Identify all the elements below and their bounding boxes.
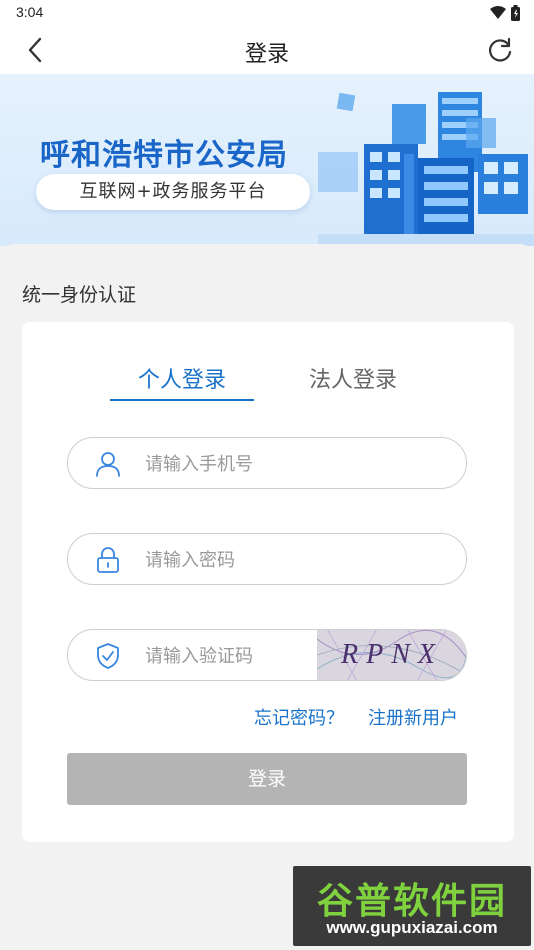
status-icons [490,5,520,21]
watermark-url: www.gupuxiazai.com [326,918,498,937]
section-label: 统一身份认证 [22,284,137,306]
wifi-icon [490,6,506,19]
banner-subtitle: 互联网+政务服务平台 [36,174,310,210]
shield-check-icon [94,642,122,670]
password-input[interactable] [145,547,375,573]
banner-title: 呼和浩特市公安局 [40,138,288,173]
captcha-image[interactable]: RPNX [317,630,466,680]
phone-field[interactable] [67,437,467,489]
captcha-text: RPNX [341,639,443,670]
watermark: 谷普软件园 www.gupuxiazai.com [293,866,531,946]
captcha-input[interactable] [145,643,305,669]
user-icon [94,450,122,478]
page-title: 登录 [244,42,289,67]
password-field[interactable] [67,533,467,585]
status-bar: 3:04 [0,0,534,26]
active-tab-indicator [110,399,254,401]
status-time: 3:04 [16,4,44,20]
phone-input[interactable] [145,451,375,477]
refresh-icon [489,37,512,62]
city-illustration [318,92,534,246]
login-button[interactable]: 登录 [67,753,467,805]
app-bar: 登录 [0,26,534,74]
refresh-button[interactable] [484,34,516,66]
tab-personal-login[interactable]: 个人登录 [110,362,254,394]
watermark-title: 谷普软件园 [316,881,507,922]
tab-legal-login[interactable]: 法人登录 [290,362,416,394]
lock-icon [94,546,122,574]
battery-icon [511,5,520,21]
captcha-field[interactable]: RPNX [67,629,467,681]
register-link[interactable]: 注册新用户 [368,704,458,730]
banner: 呼和浩特市公安局 互联网+政务服务平台 [0,74,534,246]
forgot-password-link[interactable]: 忘记密码？ [254,704,344,730]
